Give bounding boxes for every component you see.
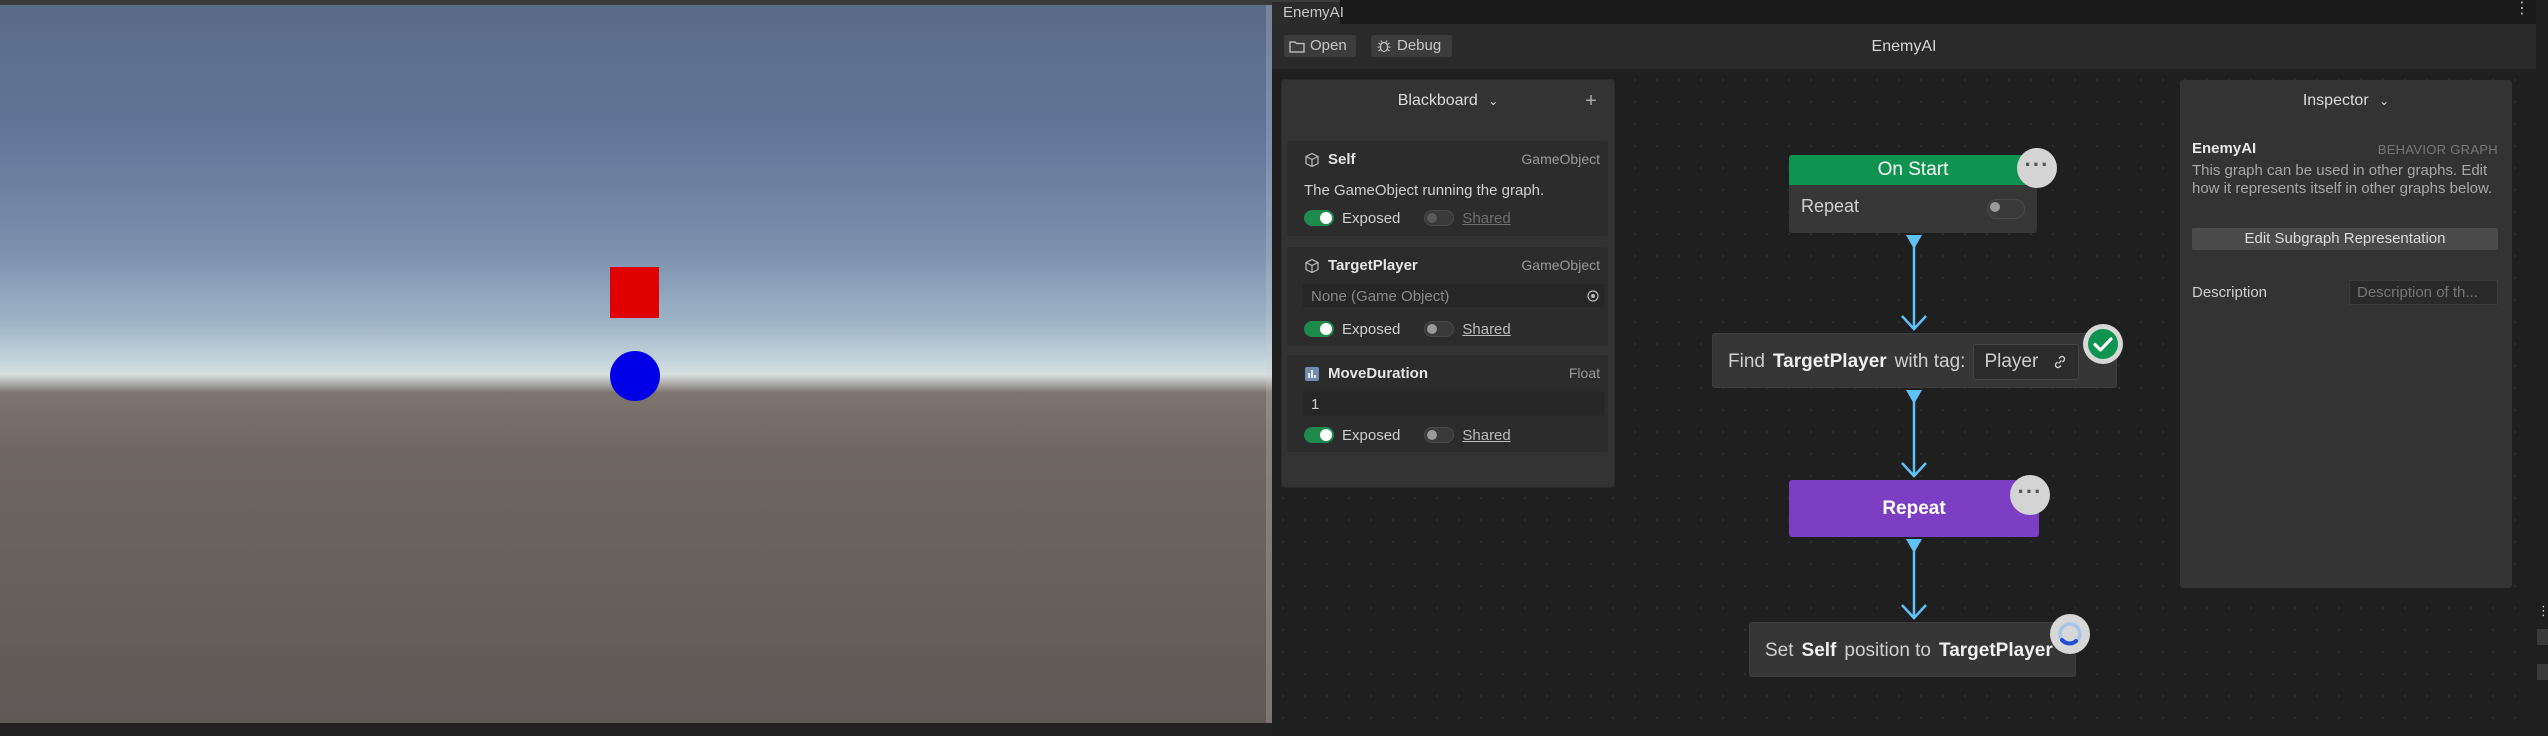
on-start-more-options-icon[interactable]: ··· — [2017, 148, 2057, 188]
blue-sphere-object — [610, 351, 660, 401]
object-field-placeholder: None (Game Object) — [1311, 288, 1450, 305]
exposed-toggle[interactable] — [1304, 210, 1334, 226]
game-view-bottom-strip — [0, 723, 1272, 736]
port-onstart-out[interactable] — [1906, 235, 1922, 249]
blackboard-header[interactable]: Blackboard ⌄ + — [1282, 80, 1614, 124]
float-field-value: 1 — [1311, 396, 1320, 413]
node-on-start[interactable]: On Start Repeat — [1789, 155, 2037, 233]
variable-name: TargetPlayer — [1328, 257, 1418, 274]
on-start-title: On Start — [1789, 155, 2037, 185]
edge-tab[interactable] — [2537, 664, 2548, 680]
exposed-label: Exposed — [1342, 320, 1401, 338]
blackboard-variable-moveduration[interactable]: MoveDuration Float 1 Exposed Shared — [1287, 355, 1608, 452]
exposed-label: Exposed — [1342, 209, 1401, 227]
right-edge-strip — [2536, 0, 2548, 736]
set-prefix: Set — [1765, 639, 1794, 661]
exposed-toggle[interactable] — [1304, 427, 1334, 443]
node-set-position[interactable]: Set Self position to TargetPlayer — [1749, 622, 2076, 677]
success-check-icon — [2083, 324, 2123, 364]
exposed-toggle[interactable] — [1304, 321, 1334, 337]
blackboard-panel: Blackboard ⌄ + Self GameObject The GameO… — [1282, 80, 1614, 487]
description-label: Description — [2192, 284, 2268, 301]
set-node-content: Set Self position to TargetPlayer — [1765, 623, 2061, 678]
inspector-graph-name: EnemyAI — [2192, 140, 2257, 157]
shared-toggle[interactable] — [1424, 321, 1455, 337]
variable-name: MoveDuration — [1328, 365, 1429, 382]
set-middle-text: position to — [1844, 639, 1932, 661]
variable-flags: Exposed Shared — [1304, 319, 1511, 339]
inspector-panel: Inspector ⌄ EnemyAI BEHAVIOR GRAPH This … — [2180, 80, 2512, 588]
chevron-down-icon: ⌄ — [2379, 94, 2390, 108]
find-prefix: Find — [1728, 350, 1765, 372]
inspector-graph-type: BEHAVIOR GRAPH — [2377, 142, 2498, 157]
link-icon[interactable] — [2052, 354, 2068, 370]
blackboard-variable-self[interactable]: Self GameObject The GameObject running t… — [1287, 141, 1608, 236]
set-target-variable[interactable]: Self — [1802, 640, 1837, 662]
tag-value: Player — [1984, 350, 2039, 372]
object-picker-icon[interactable] — [1587, 290, 1599, 302]
variable-flags: Exposed Shared — [1304, 425, 1511, 445]
port-find-out[interactable] — [1906, 390, 1922, 404]
repeat-more-options-icon[interactable]: ··· — [2010, 475, 2050, 515]
port-repeat-out[interactable] — [1906, 539, 1922, 553]
shared-label[interactable]: Shared — [1462, 210, 1510, 227]
variable-description: The GameObject running the graph. — [1304, 182, 1545, 199]
float-icon — [1305, 367, 1319, 381]
variable-name: Self — [1328, 151, 1356, 168]
shared-label[interactable]: Shared — [1462, 321, 1510, 338]
inspector-title-label: Inspector — [2302, 92, 2369, 109]
edge-tab[interactable] — [2537, 629, 2548, 645]
inspector-help-text: This graph can be used in other graphs. … — [2192, 162, 2493, 197]
inspector-title[interactable]: Inspector ⌄ — [2180, 92, 2512, 110]
add-variable-button[interactable]: + — [1579, 89, 1603, 113]
exposed-label: Exposed — [1342, 426, 1401, 444]
blackboard-title[interactable]: Blackboard ⌄ — [1282, 92, 1614, 110]
tag-field[interactable]: Player — [1973, 343, 2080, 380]
node-find-with-tag[interactable]: Find TargetPlayer with tag: Player — [1712, 333, 2117, 388]
shared-toggle[interactable] — [1424, 210, 1455, 226]
repeat-toggle[interactable] — [1987, 199, 2025, 219]
blackboard-variable-targetplayer[interactable]: TargetPlayer GameObject None (Game Objec… — [1287, 247, 1608, 346]
red-cube-object — [610, 267, 659, 318]
description-input[interactable]: Description of th... — [2349, 280, 2498, 305]
game-view[interactable] — [0, 0, 1272, 736]
set-destination-variable[interactable]: TargetPlayer — [1939, 640, 2053, 662]
edge-menu-icon[interactable]: ⋮ — [2537, 604, 2548, 618]
behavior-graph-editor: EnemyAI ⋮ Open Debug EnemyAI Blackboard … — [1272, 0, 2536, 736]
find-node-content: Find TargetPlayer with tag: Player — [1728, 334, 2080, 389]
shared-label[interactable]: Shared — [1462, 427, 1510, 444]
running-spinner-icon — [2050, 614, 2090, 654]
float-field[interactable]: 1 — [1302, 391, 1605, 416]
node-repeat[interactable]: Repeat — [1789, 480, 2039, 537]
game-scene[interactable] — [0, 5, 1272, 723]
chevron-down-icon: ⌄ — [1488, 94, 1499, 108]
variable-flags: Exposed Shared — [1304, 208, 1511, 228]
edit-subgraph-representation-button[interactable]: Edit Subgraph Representation — [2192, 228, 2498, 250]
variable-type: Float — [1568, 365, 1600, 381]
repeat-option-label: Repeat — [1801, 196, 1860, 216]
cube-icon — [1305, 152, 1319, 168]
variable-type: GameObject — [1521, 151, 1600, 167]
shared-toggle[interactable] — [1424, 427, 1455, 443]
object-field[interactable]: None (Game Object) — [1302, 283, 1605, 308]
find-variable[interactable]: TargetPlayer — [1773, 351, 1887, 373]
cube-icon — [1305, 258, 1319, 274]
variable-type: GameObject — [1521, 257, 1600, 273]
find-middle-text: with tag: — [1894, 350, 1966, 372]
blackboard-title-label: Blackboard — [1397, 92, 1478, 109]
